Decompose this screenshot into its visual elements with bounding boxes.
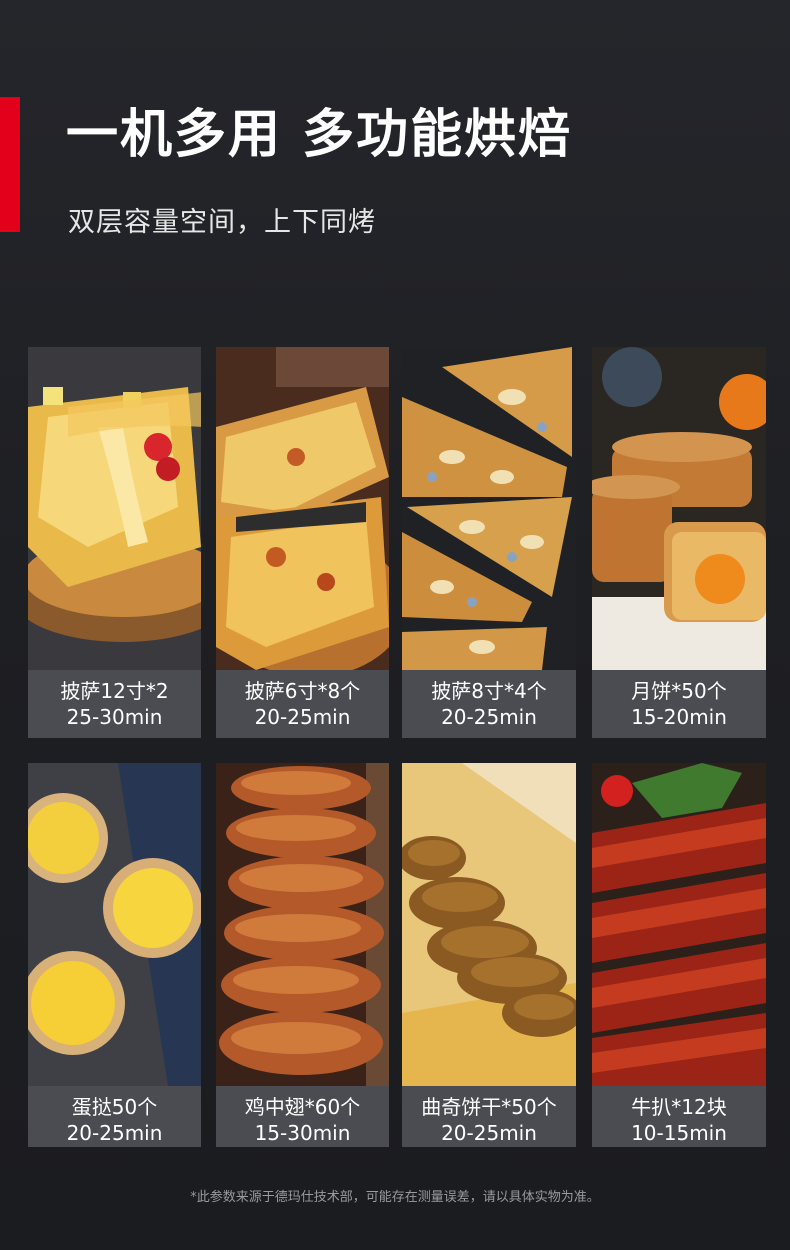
bake-time: 20-25min	[66, 1121, 163, 1145]
food-name: 披萨6寸*8个	[244, 679, 361, 703]
bake-time: 20-25min	[254, 705, 351, 729]
food-caption: 披萨12寸*2 25-30min	[28, 670, 201, 738]
bake-time: 20-25min	[441, 705, 537, 729]
disclaimer-footnote: *此参数来源于德玛仕技术部，可能存在测量误差，请以具体实物为准。	[190, 1190, 600, 1205]
food-caption: 披萨8寸*4个 20-25min	[402, 670, 576, 738]
steak-photo	[592, 763, 766, 1086]
page-subtitle: 双层容量空间，上下同烤	[68, 207, 376, 238]
food-card-egg-tart: 蛋挞50个 20-25min	[28, 763, 201, 1147]
pizza-12-inch-photo	[28, 347, 201, 670]
food-card-steak: 牛扒*12块 10-15min	[592, 763, 766, 1147]
pizza-8-inch-photo	[402, 347, 576, 670]
food-caption: 曲奇饼干*50个 20-25min	[402, 1086, 576, 1147]
food-name: 牛扒*12块	[631, 1095, 727, 1119]
food-caption: 鸡中翅*60个 15-30min	[216, 1086, 389, 1147]
food-name: 蛋挞50个	[71, 1095, 158, 1119]
food-caption: 蛋挞50个 20-25min	[28, 1086, 201, 1147]
food-name: 披萨8寸*4个	[431, 679, 547, 703]
food-name: 鸡中翅*60个	[244, 1095, 361, 1119]
bake-time: 10-15min	[631, 1121, 727, 1145]
food-caption: 牛扒*12块 10-15min	[592, 1086, 766, 1147]
mooncake-photo	[592, 347, 766, 670]
food-name: 披萨12寸*2	[60, 679, 169, 703]
pizza-6-inch-photo	[216, 347, 389, 670]
food-card-chicken-wings: 鸡中翅*60个 15-30min	[216, 763, 389, 1147]
food-name: 月饼*50个	[631, 679, 727, 703]
bake-time: 15-30min	[254, 1121, 351, 1145]
bake-time: 15-20min	[631, 705, 727, 729]
food-name: 曲奇饼干*50个	[421, 1095, 557, 1119]
food-caption: 披萨6寸*8个 20-25min	[216, 670, 389, 738]
cookies-photo	[402, 763, 576, 1086]
food-card-pizza-6: 披萨6寸*8个 20-25min	[216, 347, 389, 738]
food-caption: 月饼*50个 15-20min	[592, 670, 766, 738]
bake-time: 20-25min	[441, 1121, 537, 1145]
egg-tart-photo	[28, 763, 201, 1086]
food-card-cookies: 曲奇饼干*50个 20-25min	[402, 763, 576, 1147]
food-card-pizza-8: 披萨8寸*4个 20-25min	[402, 347, 576, 738]
accent-bar	[0, 97, 20, 232]
chicken-wings-photo	[216, 763, 389, 1086]
page-title: 一机多用 多功能烘焙	[66, 105, 573, 165]
bake-time: 25-30min	[66, 705, 163, 729]
food-card-mooncake: 月饼*50个 15-20min	[592, 347, 766, 738]
food-card-pizza-12: 披萨12寸*2 25-30min	[28, 347, 201, 738]
